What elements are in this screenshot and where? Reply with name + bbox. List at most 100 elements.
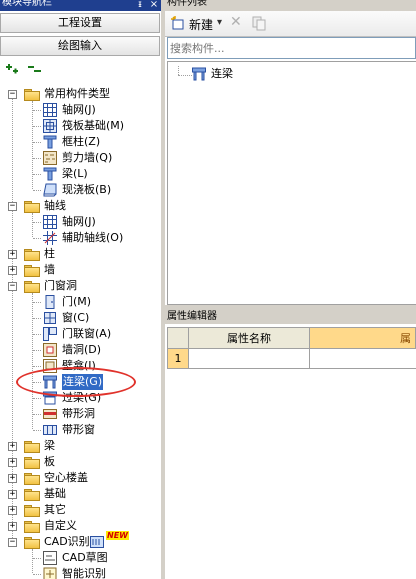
new-button[interactable]: 新建 bbox=[189, 16, 213, 33]
tree-toolbar bbox=[0, 58, 161, 84]
folder-icon bbox=[24, 265, 40, 277]
tree-item-beam[interactable]: 梁(L) bbox=[0, 166, 161, 182]
tree-group-slab[interactable]: + 板 bbox=[0, 454, 161, 470]
project-settings-button[interactable]: 工程设置 bbox=[0, 13, 160, 33]
expand-toggle-icon[interactable]: + bbox=[8, 490, 17, 499]
tree-item-door-window[interactable]: 门联窗(A) bbox=[0, 326, 161, 342]
collapse-all-icon[interactable] bbox=[26, 61, 42, 77]
module-navigation-panel: 模块导航栏 ᵻ × 工程设置 绘图输入 − 常用构件类型 轴网(J) 筏板基础(… bbox=[0, 0, 161, 579]
tree-item-coupling-beam[interactable]: 连梁(G) bbox=[0, 374, 161, 390]
tree-item-cad-sketch[interactable]: CAD草图 bbox=[0, 550, 161, 566]
coupling-beam-icon bbox=[192, 67, 206, 81]
expand-toggle-icon[interactable]: + bbox=[8, 266, 17, 275]
new-component-icon[interactable] bbox=[170, 15, 186, 31]
wall-hole-icon bbox=[43, 343, 57, 357]
folder-icon bbox=[24, 489, 40, 501]
property-editor-panel: 属性编辑器 属性名称 属 1 bbox=[165, 310, 416, 579]
component-list-title: 构件列表 bbox=[167, 0, 207, 8]
tree-group-cad[interactable]: − CAD识别 NEW bbox=[0, 531, 161, 550]
expand-toggle-icon[interactable]: + bbox=[8, 474, 17, 483]
tree-item-cast-slab[interactable]: 现浇板(B) bbox=[0, 182, 161, 198]
tree-item-wall-hole[interactable]: 墙洞(D) bbox=[0, 342, 161, 358]
panel-title: 模块导航栏 bbox=[2, 0, 52, 8]
expand-toggle-icon[interactable]: + bbox=[8, 522, 17, 531]
expand-toggle-icon[interactable]: + bbox=[8, 442, 17, 451]
expand-toggle-icon[interactable]: + bbox=[8, 458, 17, 467]
tree-item-axis-grid[interactable]: 轴网(J) bbox=[0, 102, 161, 118]
axis-grid-icon bbox=[43, 103, 57, 117]
tree-group-axis[interactable]: − 轴线 bbox=[0, 198, 161, 214]
component-list-title-bar: 构件列表 bbox=[165, 0, 416, 11]
column-header-property-value[interactable]: 属 bbox=[310, 327, 416, 349]
folder-icon bbox=[24, 521, 40, 533]
collapse-toggle-icon[interactable]: − bbox=[8, 282, 17, 291]
expand-toggle-icon[interactable]: + bbox=[8, 250, 17, 259]
tree-item-strip-window[interactable]: 带形窗 bbox=[0, 422, 161, 438]
cad-sketch-icon bbox=[43, 551, 57, 565]
search-component-input[interactable] bbox=[167, 37, 416, 59]
tree-item-door[interactable]: 门(M) bbox=[0, 294, 161, 310]
window-icon bbox=[43, 311, 57, 325]
column-header-property-name[interactable]: 属性名称 bbox=[189, 327, 310, 349]
tree-group-custom[interactable]: + 自定义 bbox=[0, 518, 161, 534]
tree-group-beam[interactable]: + 梁 bbox=[0, 438, 161, 454]
folder-icon bbox=[24, 505, 40, 517]
axis-grid-icon bbox=[43, 215, 57, 229]
property-editor-title-bar: 属性编辑器 bbox=[165, 310, 416, 324]
tree-group-foundation[interactable]: + 基础 bbox=[0, 486, 161, 502]
tree-item-niche[interactable]: 壁龛(I) bbox=[0, 358, 161, 374]
property-editor-title: 属性编辑器 bbox=[167, 311, 217, 322]
tree-group-other[interactable]: + 其它 bbox=[0, 502, 161, 518]
tree-item-raft-foundation[interactable]: 筏板基础(M) bbox=[0, 118, 161, 134]
collapse-toggle-icon[interactable]: − bbox=[8, 90, 17, 99]
collapse-toggle-icon[interactable]: − bbox=[8, 538, 17, 547]
tree-item-lintel[interactable]: 过梁(G) bbox=[0, 390, 161, 406]
property-name-cell[interactable] bbox=[189, 349, 310, 369]
tree-group-openings[interactable]: − 门窗洞 bbox=[0, 278, 161, 294]
tree-item-axis-grid-2[interactable]: 轴网(J) bbox=[0, 214, 161, 230]
component-tree: 连梁 bbox=[167, 61, 416, 305]
property-value-cell[interactable] bbox=[310, 349, 416, 369]
tree-item-smart-recognition[interactable]: 智能识别 bbox=[0, 566, 161, 579]
tree-item-aux-axis[interactable]: 辅助轴线(O) bbox=[0, 230, 161, 246]
new-badge: NEW bbox=[106, 531, 129, 540]
component-list-panel: 构件列表 新建 ▾ ✕ 连梁 bbox=[165, 0, 416, 305]
tree-group-column[interactable]: + 柱 bbox=[0, 246, 161, 262]
tree-item-shear-wall[interactable]: 剪力墙(Q) bbox=[0, 150, 161, 166]
smart-recognition-icon bbox=[43, 567, 57, 579]
tree-item-window[interactable]: 窗(C) bbox=[0, 310, 161, 326]
tree-item-strip-hole[interactable]: 带形洞 bbox=[0, 406, 161, 422]
raft-foundation-icon bbox=[43, 119, 57, 133]
lintel-icon bbox=[43, 391, 57, 405]
new-dropdown-arrow-icon[interactable]: ▾ bbox=[217, 17, 222, 28]
expand-toggle-icon[interactable]: + bbox=[8, 506, 17, 515]
cad-recognition-icon bbox=[90, 535, 104, 549]
collapse-toggle-icon[interactable]: − bbox=[8, 202, 17, 211]
tree-item-frame-column[interactable]: 框柱(Z) bbox=[0, 134, 161, 150]
folder-icon bbox=[24, 249, 40, 261]
expand-all-icon[interactable] bbox=[4, 61, 20, 77]
component-toolbar: 新建 ▾ ✕ bbox=[165, 11, 416, 37]
aux-axis-icon bbox=[43, 231, 57, 245]
folder-icon bbox=[24, 441, 40, 453]
tree-group-common[interactable]: − 常用构件类型 bbox=[0, 86, 161, 102]
folder-icon bbox=[24, 457, 40, 469]
row-number-cell: 1 bbox=[167, 349, 189, 369]
pin-icon[interactable]: ᵻ bbox=[134, 0, 146, 11]
selected-tree-label: 连梁(G) bbox=[62, 374, 104, 390]
shear-wall-icon bbox=[43, 151, 57, 165]
panel-title-bar: 模块导航栏 ᵻ × bbox=[0, 0, 161, 11]
close-icon[interactable]: × bbox=[148, 0, 160, 11]
delete-icon[interactable]: ✕ bbox=[230, 14, 242, 30]
niche-icon bbox=[43, 359, 57, 373]
tree-group-hollow-floor[interactable]: + 空心楼盖 bbox=[0, 470, 161, 486]
copy-icon[interactable] bbox=[251, 15, 267, 31]
folder-icon bbox=[24, 473, 40, 485]
tree-group-wall[interactable]: + 墙 bbox=[0, 262, 161, 278]
beam-icon bbox=[43, 167, 57, 181]
door-icon bbox=[43, 295, 57, 309]
drawing-input-button[interactable]: 绘图输入 bbox=[0, 36, 160, 56]
folder-open-icon bbox=[24, 281, 40, 293]
door-window-icon bbox=[43, 327, 57, 341]
coupling-beam-icon bbox=[43, 375, 57, 389]
